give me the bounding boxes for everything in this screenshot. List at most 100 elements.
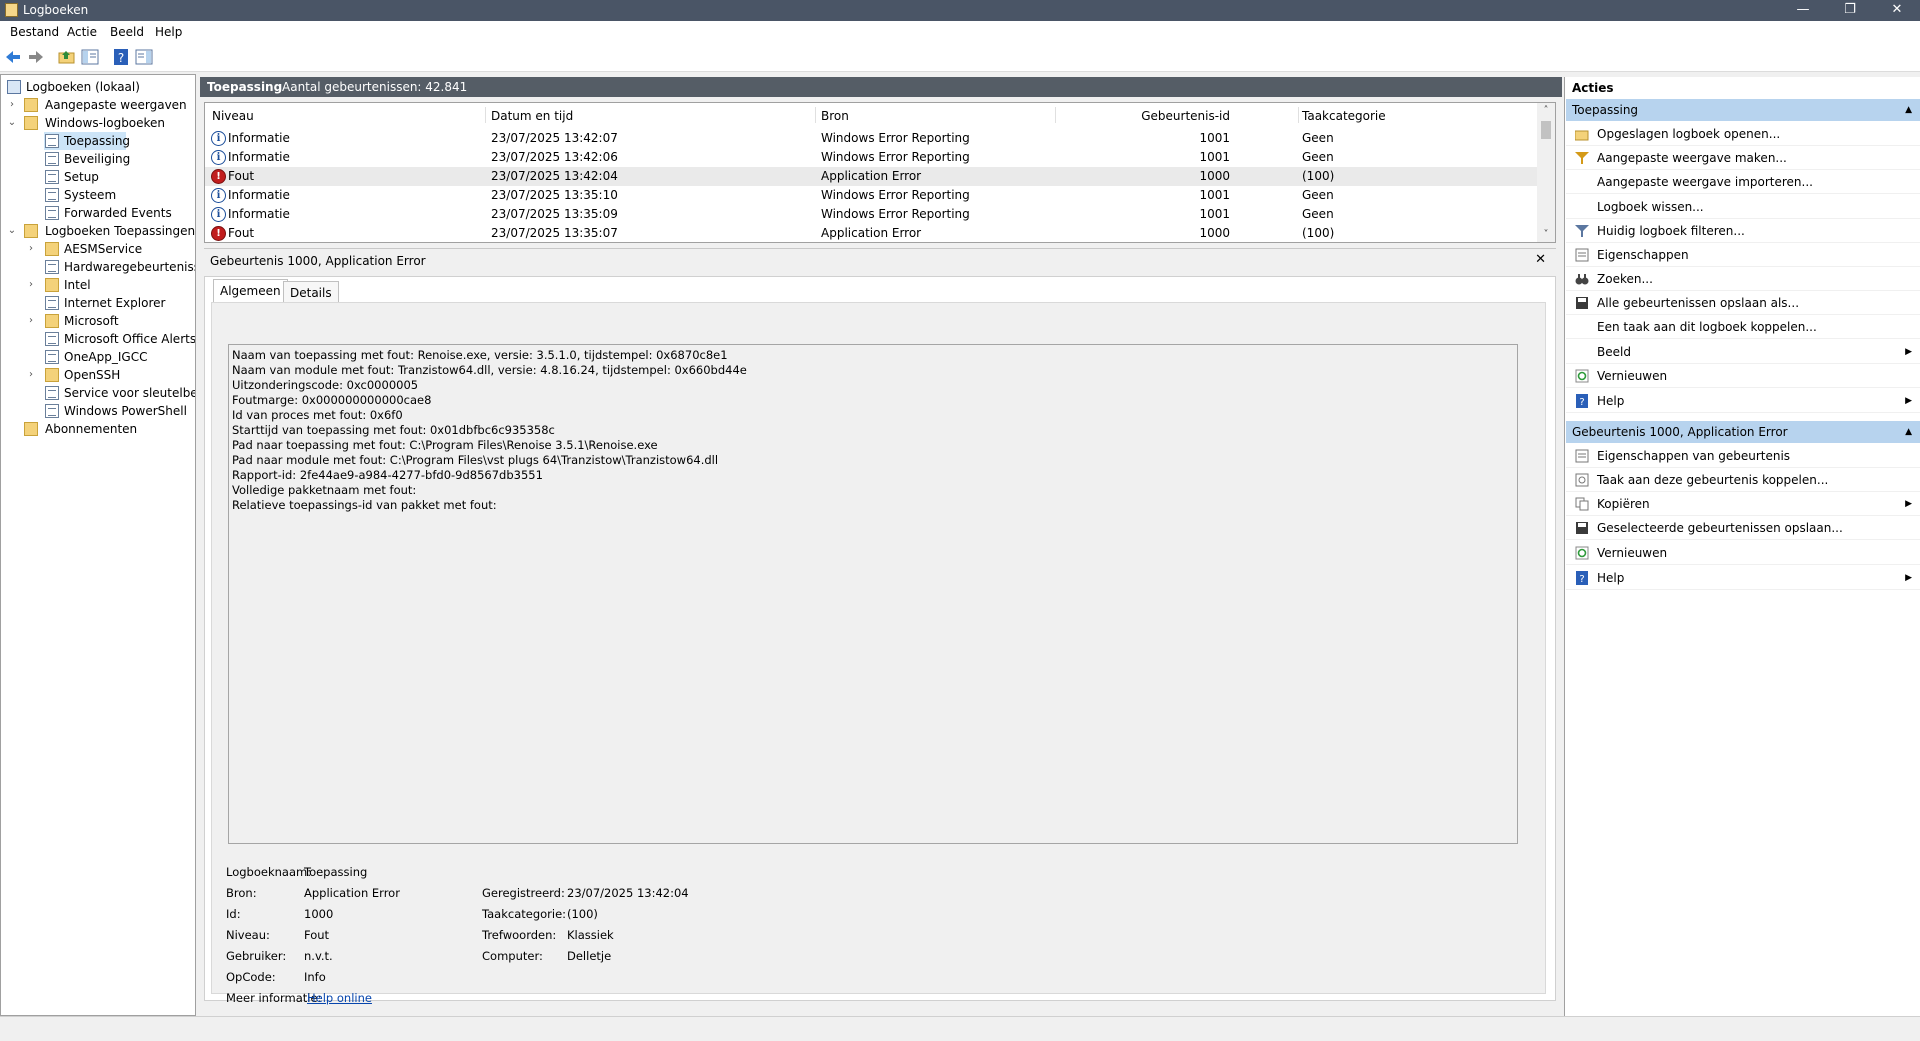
column-separator[interactable] (1298, 107, 1299, 123)
action-clear-log[interactable]: Logboek wissen... (1566, 196, 1920, 219)
expand-chevron-icon[interactable]: › (26, 276, 36, 294)
cell-source: Application Error (821, 226, 922, 240)
log-header: Toepassing Aantal gebeurtenissen: 42.841 (200, 77, 1562, 97)
table-row[interactable]: i Informatie 23/07/2025 13:35:09 Windows… (205, 205, 1537, 224)
field-label-log-name: Logboeknaam: (226, 865, 312, 879)
cell-level: Fout (228, 226, 255, 240)
action-help[interactable]: ? Help ▶ (1566, 390, 1920, 413)
collapse-chevron-icon[interactable]: ⌄ (7, 222, 17, 240)
action-label: Eigenschappen van gebeurtenis (1597, 449, 1791, 463)
cell-source: Windows Error Reporting (821, 150, 970, 164)
column-header-source[interactable]: Bron (821, 109, 849, 123)
column-separator[interactable] (815, 107, 816, 123)
action-properties[interactable]: Eigenschappen (1566, 244, 1920, 267)
description-line: Pad naar toepassing met fout: C:\Program… (232, 438, 658, 452)
back-arrow-icon[interactable] (4, 48, 22, 66)
column-header-datetime[interactable]: Datum en tijd (491, 109, 573, 123)
tree-label: Aangepaste weergaven (45, 98, 187, 112)
action-attach-task-log[interactable]: Een taak aan dit logboek koppelen... (1566, 316, 1920, 339)
action-event-properties[interactable]: Eigenschappen van gebeurtenis (1566, 445, 1920, 468)
column-header-event-id[interactable]: Gebeurtenis-id (1065, 109, 1230, 123)
cell-datetime: 23/07/2025 13:42:04 (491, 169, 618, 183)
cell-level: Fout (228, 169, 255, 183)
folder-icon (24, 422, 38, 436)
show-hide-actions-icon[interactable] (135, 48, 153, 66)
field-value-level: Fout (304, 928, 330, 942)
close-icon[interactable]: ✕ (1535, 252, 1546, 267)
collapse-caret-icon[interactable]: ▲ (1905, 99, 1912, 121)
menu-actie[interactable]: Actie (67, 25, 97, 39)
column-header-level[interactable]: Niveau (212, 109, 254, 123)
action-find[interactable]: Zoeken... (1566, 268, 1920, 291)
folder-icon (24, 116, 38, 130)
action-label: Logboek wissen... (1597, 200, 1704, 214)
properties-icon (1575, 449, 1589, 463)
action-view[interactable]: Beeld ▶ (1566, 341, 1920, 364)
forward-arrow-icon[interactable] (27, 48, 45, 66)
tree-label: Microsoft Office Alerts (64, 332, 196, 346)
expand-chevron-icon[interactable]: › (26, 312, 36, 330)
tree-label: OpenSSH (64, 368, 121, 382)
minimize-button[interactable]: — (1780, 0, 1826, 21)
cell-level: Informatie (228, 207, 290, 221)
close-button[interactable]: ✕ (1874, 0, 1920, 21)
tree-label: Forwarded Events (64, 206, 172, 220)
action-copy[interactable]: Kopiëren ▶ (1566, 493, 1920, 516)
table-row[interactable]: i Informatie 23/07/2025 13:35:10 Windows… (205, 186, 1537, 205)
svg-text:?: ? (1579, 574, 1584, 585)
tree-item-toepassing[interactable]: Toepassing (44, 132, 130, 150)
expand-chevron-icon[interactable]: › (7, 96, 17, 114)
field-label-keywords: Trefwoorden: (482, 928, 557, 942)
scroll-thumb[interactable] (1541, 121, 1551, 139)
scroll-down-icon[interactable]: ˅ (1537, 229, 1555, 240)
action-save-selected-events[interactable]: Geselecteerde gebeurtenissen opslaan... (1566, 517, 1920, 540)
table-row[interactable]: i Informatie 23/07/2025 13:42:07 Windows… (205, 129, 1537, 148)
action-create-custom-view[interactable]: Aangepaste weergave maken... (1566, 147, 1920, 170)
help-icon[interactable]: ? (112, 48, 130, 66)
menu-help[interactable]: Help (155, 25, 182, 39)
collapse-caret-icon[interactable]: ▲ (1905, 421, 1912, 443)
collapse-chevron-icon[interactable]: ⌄ (7, 114, 17, 132)
field-value-keywords: Klassiek (567, 928, 614, 942)
table-row[interactable]: ! Fout 23/07/2025 13:35:07 Application E… (205, 224, 1537, 242)
help-online-link[interactable]: Help online (307, 991, 372, 1005)
log-icon (45, 152, 59, 166)
folder-up-icon[interactable] (58, 48, 76, 66)
scroll-up-icon[interactable]: ˄ (1537, 105, 1555, 116)
menu-beeld[interactable]: Beeld (110, 25, 144, 39)
menu-bestand[interactable]: Bestand (10, 25, 59, 39)
action-label: Vernieuwen (1597, 546, 1668, 560)
action-label: Vernieuwen (1597, 369, 1668, 383)
event-viewer-icon (7, 80, 21, 94)
tab-algemeen[interactable]: Algemeen (213, 279, 288, 304)
toolbar: ? (0, 43, 1920, 72)
action-attach-task-event[interactable]: Taak aan deze gebeurtenis koppelen... (1566, 469, 1920, 492)
tree-label: Internet Explorer (64, 296, 166, 310)
tree-label: Hardwaregebeurtenissen (64, 260, 195, 274)
table-row[interactable]: i Informatie 23/07/2025 13:42:06 Windows… (205, 148, 1537, 167)
action-refresh[interactable]: Vernieuwen (1566, 365, 1920, 388)
action-open-saved-log[interactable]: Opgeslagen logboek openen... (1566, 123, 1920, 146)
expand-chevron-icon[interactable]: › (26, 240, 36, 258)
action-save-all-events[interactable]: Alle gebeurtenissen opslaan als... (1566, 292, 1920, 315)
column-separator[interactable] (1055, 107, 1056, 123)
table-row-selected[interactable]: ! Fout 23/07/2025 13:42:04 Application E… (205, 167, 1537, 186)
column-header-category[interactable]: Taakcategorie (1302, 109, 1386, 123)
show-hide-tree-icon[interactable] (81, 48, 99, 66)
action-help-event[interactable]: ? Help ▶ (1566, 567, 1920, 590)
event-detail-title: Gebeurtenis 1000, Application Error (210, 254, 426, 268)
action-filter-log[interactable]: Huidig logboek filteren... (1566, 220, 1920, 243)
actions-section-event[interactable]: Gebeurtenis 1000, Application Error ▲ (1566, 421, 1920, 443)
submenu-arrow-icon: ▶ (1905, 573, 1912, 583)
event-list-vertical-scrollbar[interactable]: ˄ ˅ (1537, 103, 1555, 242)
actions-section-log[interactable]: Toepassing ▲ (1566, 99, 1920, 121)
expand-chevron-icon[interactable]: › (26, 366, 36, 384)
action-refresh-event[interactable]: Vernieuwen (1566, 542, 1920, 565)
column-separator[interactable] (485, 107, 486, 123)
tree-label: AESMService (64, 242, 143, 256)
event-description[interactable]: Naam van toepassing met fout: Renoise.ex… (228, 344, 1518, 844)
action-import-custom-view[interactable]: Aangepaste weergave importeren... (1566, 171, 1920, 194)
folder-open-icon (1575, 130, 1589, 141)
maximize-button[interactable]: ❐ (1827, 0, 1873, 21)
tab-details[interactable]: Details (283, 281, 339, 304)
